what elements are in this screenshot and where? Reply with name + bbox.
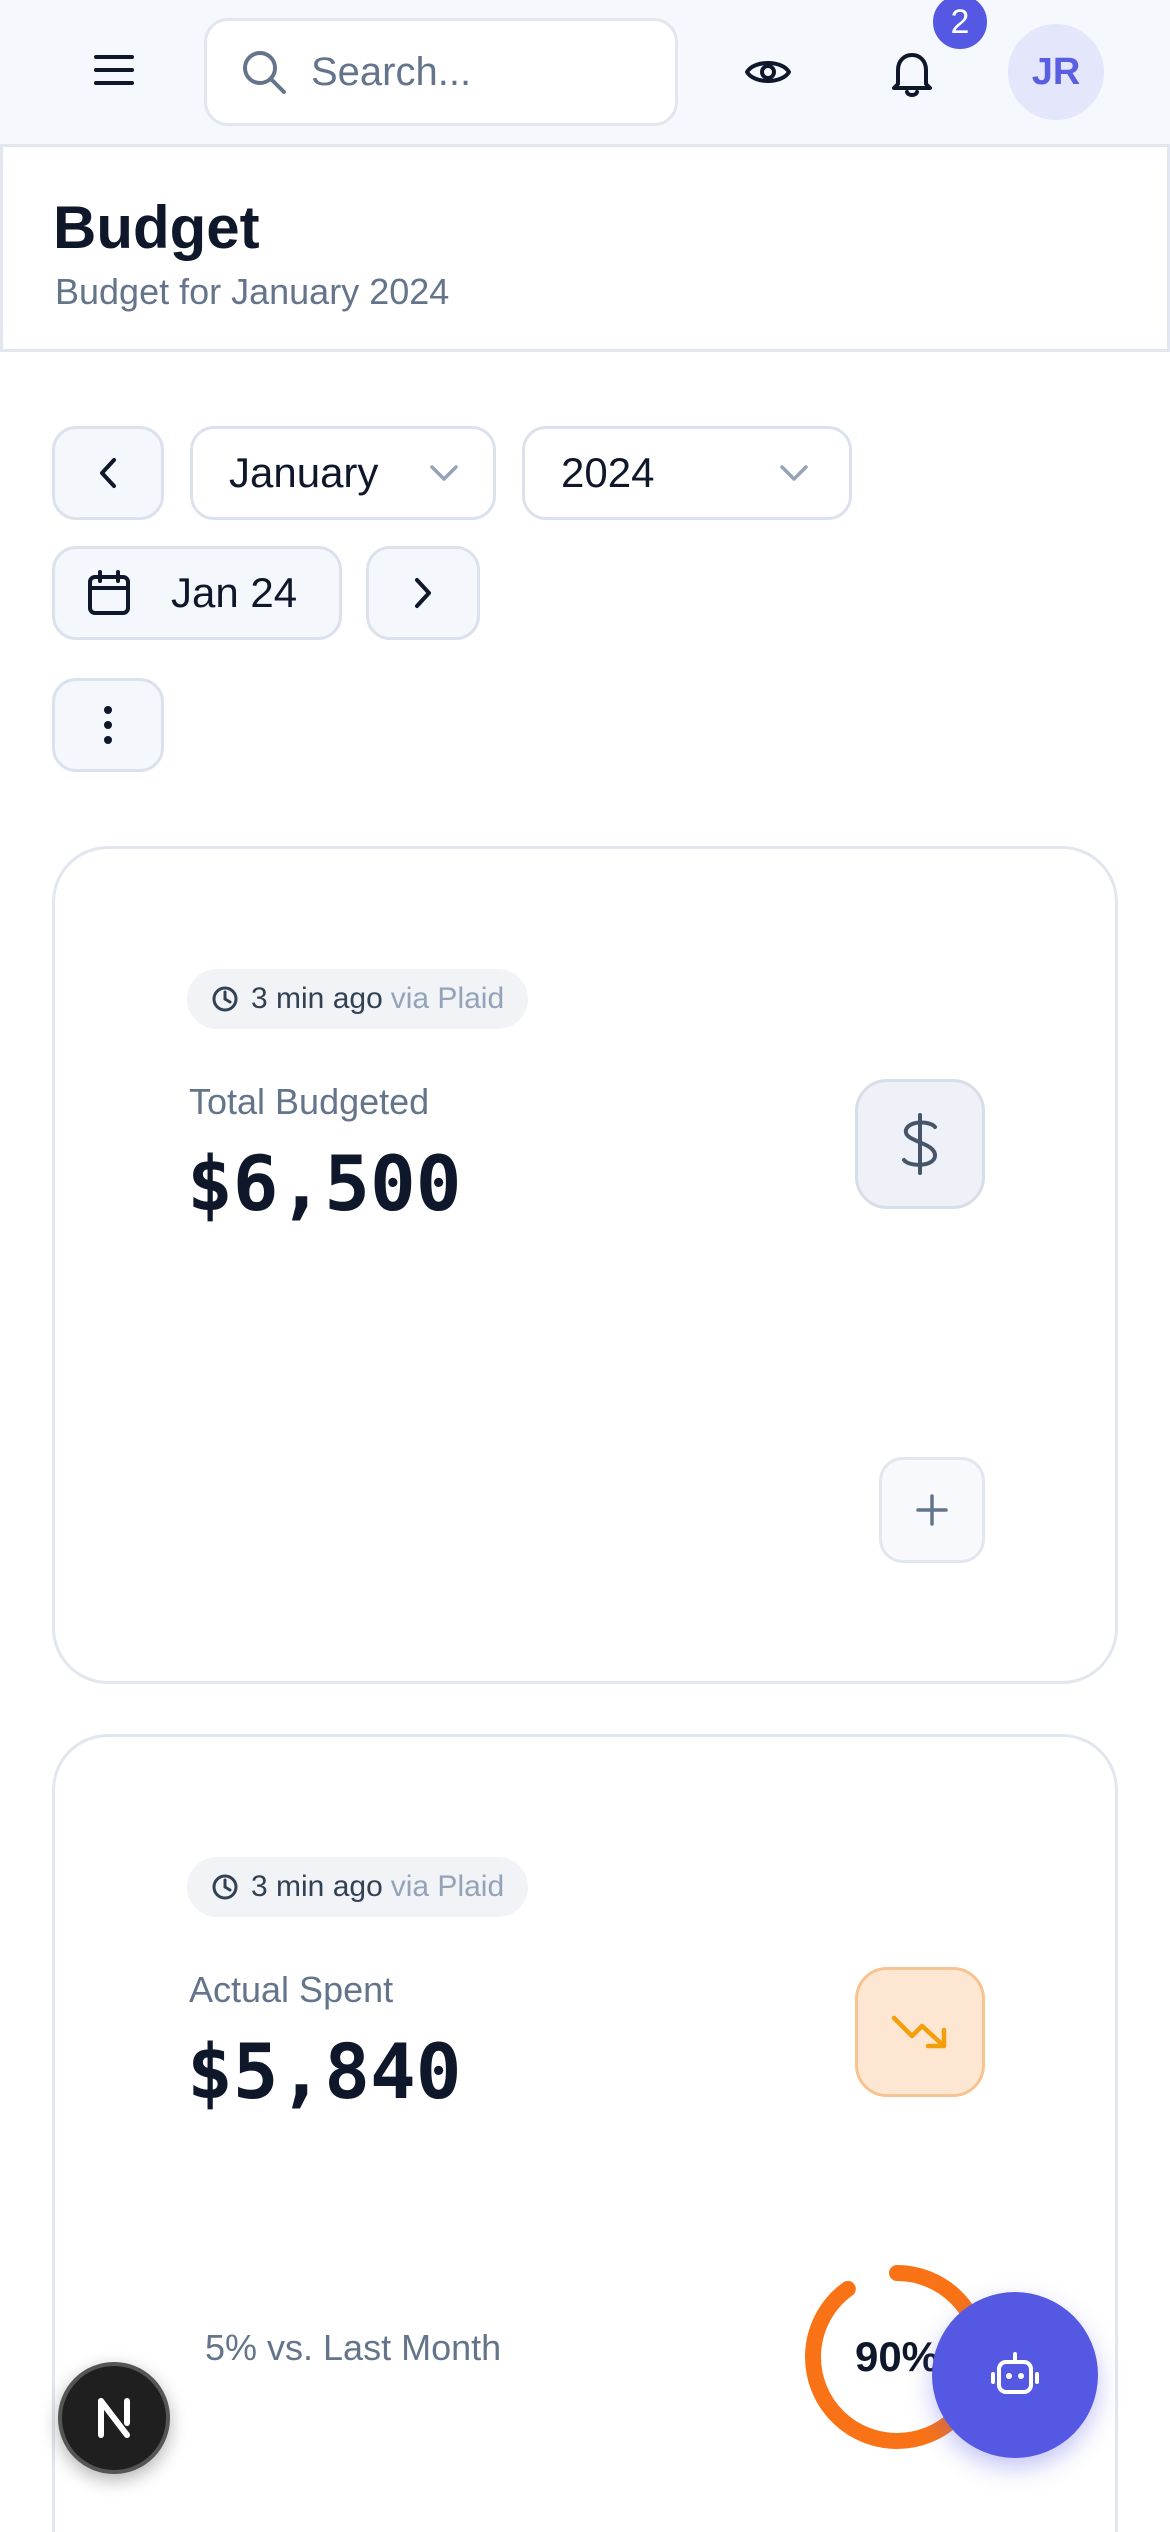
page-header: Budget Budget for January 2024 — [0, 144, 1170, 352]
plus-icon — [916, 1494, 948, 1526]
previous-month-button[interactable] — [52, 426, 164, 520]
card-value: $5,840 — [187, 2027, 462, 2116]
next-month-button[interactable] — [366, 546, 480, 640]
date-picker-label: Jan 24 — [171, 569, 298, 616]
more-vertical-icon — [104, 706, 112, 744]
card-label: Actual Spent — [189, 1969, 394, 2010]
search-input[interactable]: Search... — [204, 18, 678, 126]
progress-ring-label: 90% — [855, 2333, 939, 2380]
chevron-left-icon — [100, 458, 116, 488]
page-title: Budget — [53, 194, 260, 261]
month-select-value: January — [229, 449, 379, 496]
calendar-icon — [88, 570, 130, 615]
card-label: Total Budgeted — [189, 1081, 430, 1122]
sync-status-badge: 3 min ago via Plaid — [187, 969, 529, 1029]
sync-time: 3 min ago — [251, 1870, 383, 1903]
n-logo-icon — [98, 2398, 130, 2438]
sync-time: 3 min ago — [251, 982, 383, 1015]
bot-icon — [991, 2352, 1039, 2394]
avatar[interactable]: JR — [1008, 24, 1104, 120]
chevron-right-icon — [415, 578, 431, 608]
top-bar: Search... 2 JR — [0, 0, 1170, 144]
clock-icon — [212, 1874, 238, 1900]
trend-text: 5% vs. Last Month — [205, 2327, 502, 2368]
card-value: $6,500 — [187, 1139, 462, 1228]
bell-icon — [892, 53, 932, 97]
year-select-value: 2024 — [561, 449, 655, 496]
trending-down-icon — [891, 2015, 947, 2049]
add-budget-button[interactable] — [879, 1457, 985, 1563]
visibility-toggle-button[interactable] — [734, 38, 802, 106]
notification-count-badge: 2 — [930, 0, 990, 52]
chevron-down-icon — [780, 465, 808, 481]
sync-status-badge: 3 min ago via Plaid — [187, 1857, 529, 1917]
notifications-button[interactable] — [876, 38, 948, 110]
search-icon — [243, 51, 286, 94]
page-subtitle: Budget for January 2024 — [55, 271, 450, 312]
date-picker-button[interactable]: Jan 24 — [52, 546, 342, 640]
search-placeholder: Search... — [311, 49, 472, 94]
sync-source: via Plaid — [390, 1870, 505, 1903]
total-budgeted-card: 3 min ago via Plaid Total Budgeted $6,50… — [52, 846, 1118, 1684]
card-icon-box — [855, 1967, 985, 2097]
card-icon-box — [855, 1079, 985, 1209]
menu-button[interactable] — [82, 38, 146, 102]
sync-source: via Plaid — [390, 982, 505, 1015]
more-options-button[interactable] — [52, 678, 164, 772]
dev-tools-button[interactable] — [58, 2362, 170, 2474]
clock-icon — [212, 986, 238, 1012]
month-select[interactable]: January — [190, 426, 496, 520]
chevron-down-icon — [430, 465, 458, 481]
assistant-fab-button[interactable] — [932, 2292, 1098, 2458]
eye-icon — [745, 61, 791, 83]
menu-icon — [94, 55, 134, 85]
year-select[interactable]: 2024 — [522, 426, 852, 520]
dollar-icon — [902, 1113, 937, 1175]
